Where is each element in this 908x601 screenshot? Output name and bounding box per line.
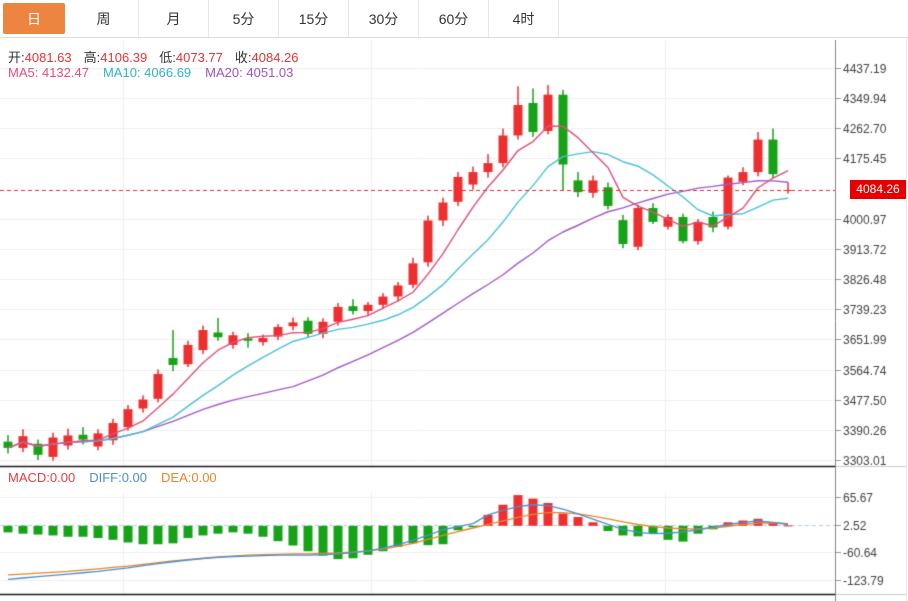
close-label: 收: (235, 50, 252, 65)
candlestick-chart-canvas[interactable] (0, 0, 908, 601)
tab-interval-4hour[interactable]: 4时 (489, 0, 559, 37)
close-value: 4084.26 (252, 50, 299, 65)
ma-legend: MA5: 4132.47 MA10: 4066.69 MA20: 4051.03 (8, 65, 293, 80)
tab-interval-30min[interactable]: 30分 (349, 0, 419, 37)
tab-interval-week[interactable]: 周 (69, 0, 139, 37)
tab-interval-15min[interactable]: 15分 (279, 0, 349, 37)
low-value: 4073.77 (176, 50, 223, 65)
ma5-label-value: MA5: 4132.47 (8, 65, 89, 80)
ma10-label-value: MA10: 4066.69 (103, 65, 191, 80)
low-label: 低: (159, 50, 176, 65)
interval-tabbar: 日 周 月 5分 15分 30分 60分 4时 (0, 0, 908, 38)
diff-label-value: DIFF:0.00 (89, 470, 147, 485)
trading-chart-app: 日 周 月 5分 15分 30分 60分 4时 开:4081.63 高:4106.… (0, 0, 908, 601)
tab-interval-5min[interactable]: 5分 (209, 0, 279, 37)
macd-legend: MACD:0.00 DIFF:0.00 DEA:0.00 (8, 470, 217, 485)
macd-label-value: MACD:0.00 (8, 470, 75, 485)
tab-interval-day[interactable]: 日 (3, 3, 65, 34)
current-price-badge: 4084.26 (850, 180, 906, 199)
high-label: 高: (84, 50, 101, 65)
high-value: 4106.39 (100, 50, 147, 65)
open-value: 4081.63 (25, 50, 72, 65)
dea-label-value: DEA:0.00 (161, 470, 217, 485)
open-label: 开: (8, 50, 25, 65)
ma20-label-value: MA20: 4051.03 (205, 65, 293, 80)
tab-interval-month[interactable]: 月 (139, 0, 209, 37)
ohlc-legend: 开:4081.63 高:4106.39 低:4073.77 收:4084.26 (8, 47, 311, 66)
tab-interval-60min[interactable]: 60分 (419, 0, 489, 37)
